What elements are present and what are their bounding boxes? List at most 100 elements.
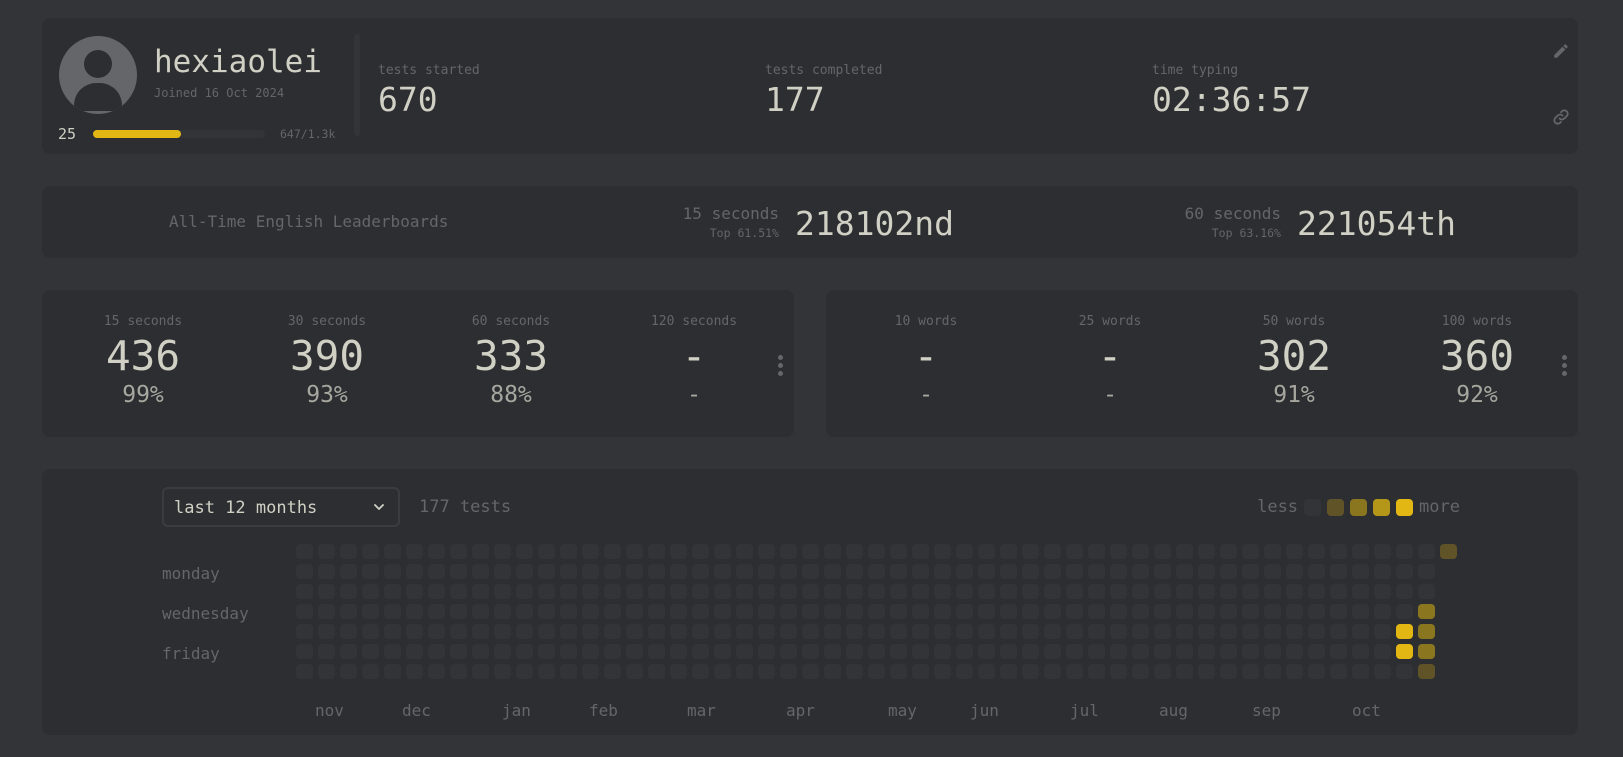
heatmap-cell[interactable] bbox=[736, 604, 753, 619]
heatmap-cell[interactable] bbox=[450, 564, 467, 579]
heatmap-cell[interactable] bbox=[780, 624, 797, 639]
heatmap-cell[interactable] bbox=[626, 644, 643, 659]
heatmap-cell[interactable] bbox=[956, 624, 973, 639]
heatmap-cell[interactable] bbox=[428, 604, 445, 619]
heatmap-cell[interactable] bbox=[1286, 584, 1303, 599]
heatmap-cell[interactable] bbox=[780, 544, 797, 559]
heatmap-cell[interactable] bbox=[956, 544, 973, 559]
heatmap-cell[interactable] bbox=[472, 544, 489, 559]
heatmap-cell[interactable] bbox=[1066, 584, 1083, 599]
heatmap-cell[interactable] bbox=[516, 644, 533, 659]
heatmap-cell[interactable] bbox=[340, 644, 357, 659]
heatmap-cell[interactable] bbox=[1308, 584, 1325, 599]
heatmap-cell[interactable] bbox=[956, 564, 973, 579]
heatmap-cell[interactable] bbox=[406, 664, 423, 679]
heatmap-cell[interactable] bbox=[1000, 564, 1017, 579]
heatmap-cell[interactable] bbox=[934, 664, 951, 679]
heatmap-cell[interactable] bbox=[934, 564, 951, 579]
heatmap-cell[interactable] bbox=[1088, 624, 1105, 639]
heatmap-cell[interactable] bbox=[912, 624, 929, 639]
heatmap-cell[interactable] bbox=[1044, 604, 1061, 619]
heatmap-cell[interactable] bbox=[1418, 544, 1435, 559]
heatmap-cell[interactable] bbox=[1242, 644, 1259, 659]
heatmap-cell[interactable] bbox=[1396, 564, 1413, 579]
heatmap-cell[interactable] bbox=[824, 584, 841, 599]
heatmap-cell[interactable] bbox=[296, 604, 313, 619]
heatmap-cell[interactable] bbox=[1066, 604, 1083, 619]
heatmap-cell[interactable] bbox=[1308, 544, 1325, 559]
heatmap-cell[interactable] bbox=[912, 604, 929, 619]
heatmap-cell[interactable] bbox=[824, 664, 841, 679]
heatmap-cell[interactable] bbox=[1044, 564, 1061, 579]
heatmap-cell[interactable] bbox=[1198, 624, 1215, 639]
heatmap-cell[interactable] bbox=[494, 624, 511, 639]
heatmap-cell[interactable] bbox=[1176, 584, 1193, 599]
heatmap-cell[interactable] bbox=[780, 564, 797, 579]
heatmap-cell[interactable] bbox=[956, 644, 973, 659]
heatmap-cell[interactable] bbox=[1154, 544, 1171, 559]
heatmap-cell[interactable] bbox=[670, 604, 687, 619]
heatmap-cell[interactable] bbox=[538, 604, 555, 619]
heatmap-cell[interactable] bbox=[494, 564, 511, 579]
heatmap-cell[interactable] bbox=[1330, 604, 1347, 619]
heatmap-cell[interactable] bbox=[1264, 604, 1281, 619]
heatmap-cell[interactable] bbox=[714, 624, 731, 639]
heatmap-cell[interactable] bbox=[1066, 564, 1083, 579]
heatmap-cell[interactable] bbox=[648, 564, 665, 579]
heatmap-cell[interactable] bbox=[428, 584, 445, 599]
heatmap-cell[interactable] bbox=[1264, 644, 1281, 659]
heatmap-cell[interactable] bbox=[890, 644, 907, 659]
heatmap-cell[interactable] bbox=[736, 664, 753, 679]
heatmap-cell[interactable] bbox=[802, 564, 819, 579]
heatmap-cell[interactable] bbox=[824, 564, 841, 579]
heatmap-cell[interactable] bbox=[670, 544, 687, 559]
heatmap-cell[interactable] bbox=[736, 644, 753, 659]
heatmap-cell[interactable] bbox=[1154, 644, 1171, 659]
heatmap-cell[interactable] bbox=[1374, 664, 1391, 679]
heatmap-cell[interactable] bbox=[868, 604, 885, 619]
heatmap-cell[interactable] bbox=[934, 604, 951, 619]
heatmap-cell[interactable] bbox=[1132, 544, 1149, 559]
heatmap-cell[interactable] bbox=[340, 604, 357, 619]
heatmap-cell[interactable] bbox=[340, 584, 357, 599]
heatmap-cell[interactable] bbox=[1088, 544, 1105, 559]
heatmap-cell[interactable] bbox=[824, 544, 841, 559]
heatmap-cell[interactable] bbox=[692, 644, 709, 659]
heatmap-cell[interactable] bbox=[1286, 604, 1303, 619]
heatmap-cell[interactable] bbox=[868, 624, 885, 639]
heatmap-cell[interactable] bbox=[890, 544, 907, 559]
heatmap-cell[interactable] bbox=[626, 604, 643, 619]
heatmap-cell[interactable] bbox=[780, 584, 797, 599]
heatmap-cell[interactable] bbox=[494, 584, 511, 599]
heatmap-cell[interactable] bbox=[1022, 604, 1039, 619]
heatmap-cell[interactable] bbox=[692, 584, 709, 599]
heatmap-cell[interactable] bbox=[1396, 664, 1413, 679]
heatmap-cell[interactable] bbox=[1022, 564, 1039, 579]
heatmap-cell[interactable] bbox=[1264, 584, 1281, 599]
heatmap-cell[interactable] bbox=[648, 664, 665, 679]
heatmap-cell[interactable] bbox=[1374, 644, 1391, 659]
heatmap-cell[interactable] bbox=[1000, 604, 1017, 619]
heatmap-cell[interactable] bbox=[1220, 584, 1237, 599]
heatmap-cell[interactable] bbox=[1176, 544, 1193, 559]
heatmap-cell[interactable] bbox=[1066, 624, 1083, 639]
heatmap-cell[interactable] bbox=[1110, 664, 1127, 679]
heatmap-cell[interactable] bbox=[560, 584, 577, 599]
heatmap-cell[interactable] bbox=[1198, 564, 1215, 579]
range-select[interactable]: last 12 months bbox=[162, 487, 400, 527]
heatmap-cell[interactable] bbox=[802, 604, 819, 619]
heatmap-cell[interactable] bbox=[406, 644, 423, 659]
heatmap-cell[interactable] bbox=[516, 544, 533, 559]
heatmap-cell[interactable] bbox=[1352, 564, 1369, 579]
heatmap-cell[interactable] bbox=[868, 564, 885, 579]
heatmap-cell[interactable] bbox=[362, 564, 379, 579]
heatmap-cell[interactable] bbox=[714, 564, 731, 579]
heatmap-cell[interactable] bbox=[318, 624, 335, 639]
heatmap-cell[interactable] bbox=[428, 564, 445, 579]
heatmap-cell[interactable] bbox=[1396, 644, 1413, 659]
heatmap-cell[interactable] bbox=[538, 564, 555, 579]
heatmap-cell[interactable] bbox=[1220, 564, 1237, 579]
heatmap-cell[interactable] bbox=[384, 544, 401, 559]
heatmap-cell[interactable] bbox=[692, 624, 709, 639]
heatmap-cell[interactable] bbox=[780, 644, 797, 659]
